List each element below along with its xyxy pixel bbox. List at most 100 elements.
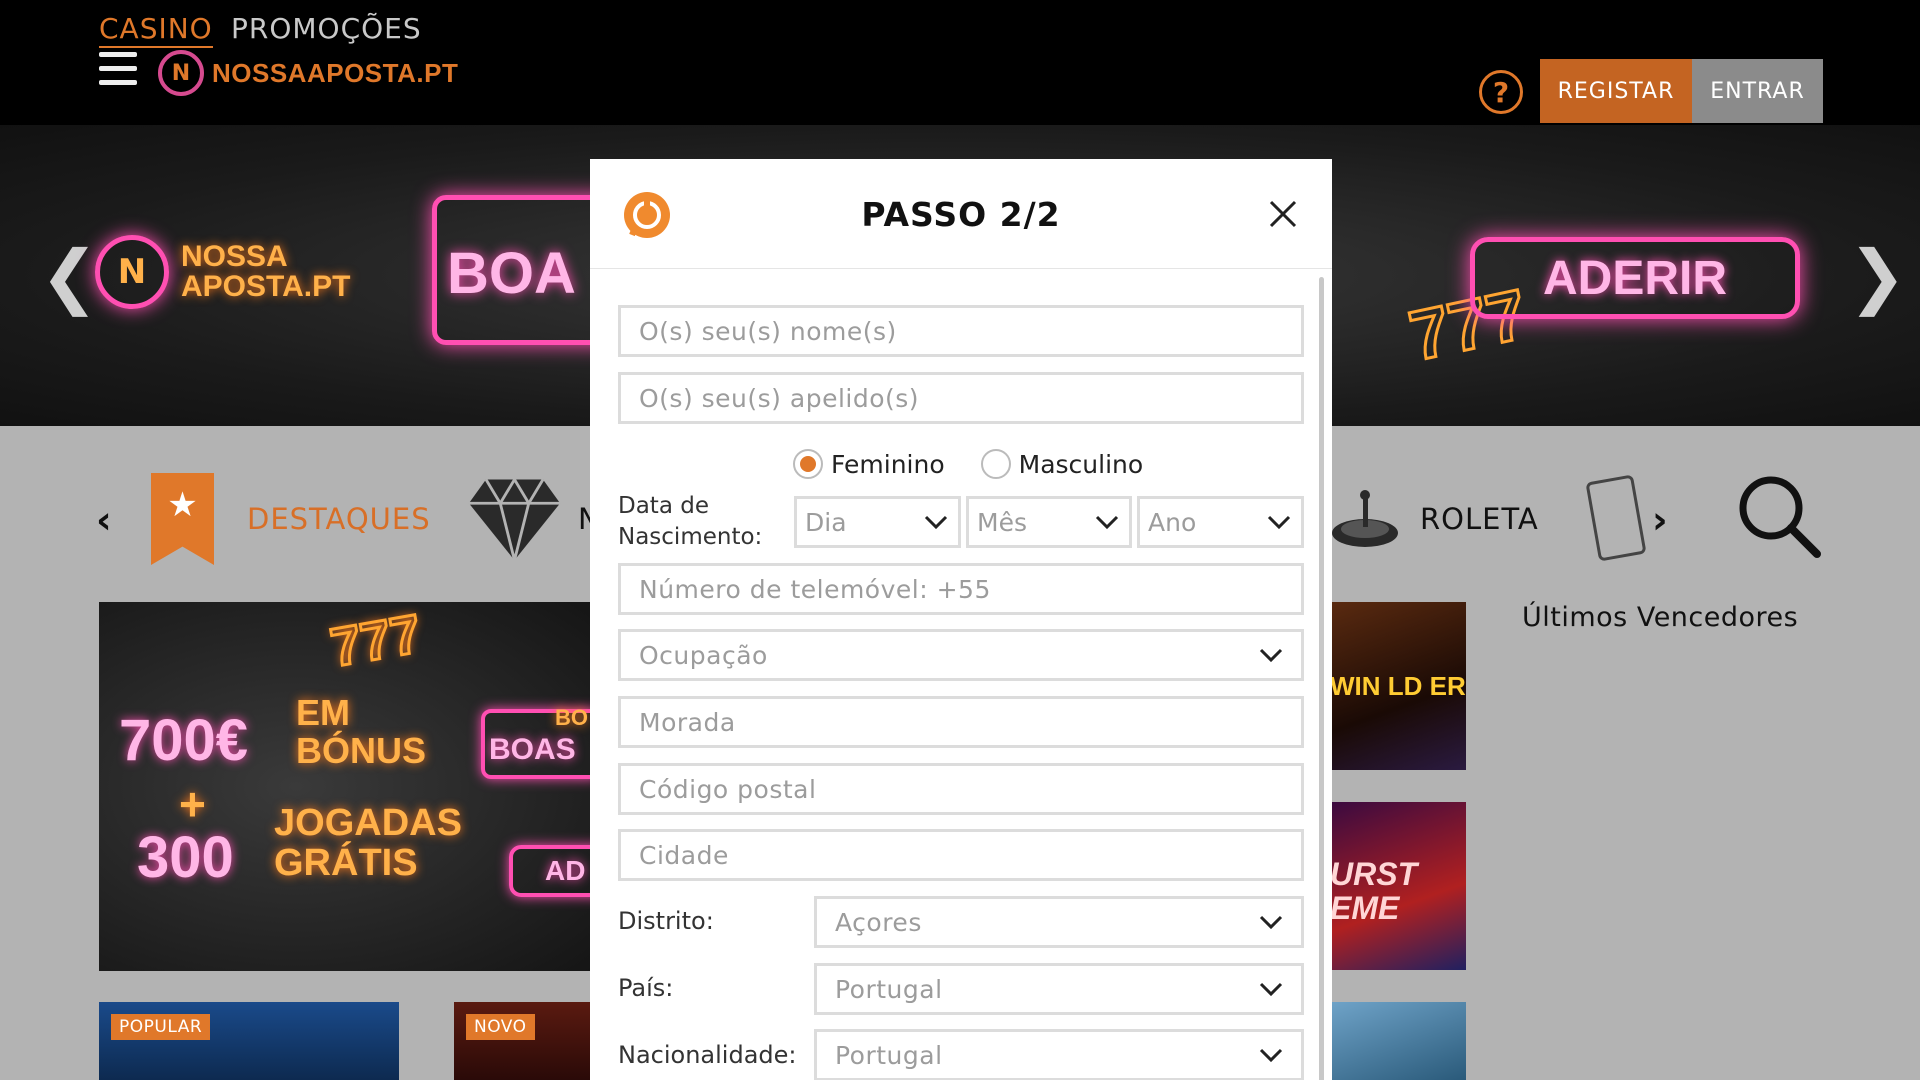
category-prev-arrow[interactable]: ‹ <box>96 498 112 542</box>
promo-bo: BO <box>555 705 588 730</box>
nav-promocoes[interactable]: PROMOÇÕES <box>231 12 422 46</box>
occupation-value: Ocupação <box>639 640 768 670</box>
modal-header: PASSO 2/2 <box>590 159 1332 269</box>
badge-popular: POPULAR <box>111 1014 211 1040</box>
banner-aderir-button[interactable]: ADERIR <box>1470 237 1800 319</box>
help-icon[interactable]: ? <box>1479 70 1523 114</box>
promo-spins: 300 <box>137 825 234 890</box>
close-icon[interactable] <box>1268 199 1298 229</box>
phone-input[interactable] <box>639 574 1301 604</box>
logo-text: NOSSAAPOSTA.PT <box>212 57 459 88</box>
game-tile-title: URST EME <box>1330 856 1418 926</box>
game-tile[interactable]: URST EME <box>1330 802 1466 970</box>
promo-jogadas: JOGADAS <box>274 802 462 844</box>
promo-aderir-sign: AD <box>509 845 591 897</box>
nationality-select[interactable]: Portugal <box>814 1029 1304 1080</box>
dob-label-line1: Data de <box>618 493 709 519</box>
banner-next-arrow[interactable]: ❯ <box>1848 235 1907 317</box>
last-name-input[interactable] <box>639 383 1301 413</box>
last-name-field[interactable] <box>618 372 1304 424</box>
site-logo[interactable]: N NOSSAAPOSTA.PT <box>158 50 458 96</box>
latest-winners-title: Últimos Vencedores <box>1522 602 1799 633</box>
dob-label: Data de Nascimento: <box>618 491 762 553</box>
cards-icon[interactable] <box>1585 474 1647 562</box>
postal-code-field[interactable] <box>618 763 1304 815</box>
dob-month-select[interactable]: Mês <box>966 496 1132 548</box>
logo-mark-icon: N <box>158 50 204 96</box>
chevron-down-icon <box>1259 982 1283 997</box>
roulette-icon[interactable] <box>1330 485 1400 555</box>
country-label: País: <box>618 974 674 1002</box>
modal-title: PASSO 2/2 <box>861 195 1061 234</box>
first-name-field[interactable] <box>618 305 1304 357</box>
login-button[interactable]: ENTRAR <box>1692 59 1823 123</box>
address-field[interactable] <box>618 696 1304 748</box>
dob-year-value: Ano <box>1148 507 1197 537</box>
nationality-value: Portugal <box>835 1040 943 1070</box>
game-tile[interactable]: POPULAR <box>99 1002 399 1080</box>
star-bookmark-icon[interactable]: ★ <box>151 473 214 565</box>
chevron-down-icon <box>1259 915 1283 930</box>
address-input[interactable] <box>639 707 1301 737</box>
promo-em: EM <box>296 692 350 733</box>
dob-day-select[interactable]: Dia <box>794 496 961 548</box>
occupation-select[interactable]: Ocupação <box>618 629 1304 681</box>
promo-ad: AD <box>545 855 586 886</box>
gender-male-radio[interactable] <box>980 449 1011 479</box>
chevron-down-icon <box>1267 515 1291 530</box>
category-next-arrow[interactable]: › <box>1652 498 1668 542</box>
district-label: Distrito: <box>618 907 714 935</box>
registration-modal: PASSO 2/2 Feminino Masculino Data de Nas… <box>590 159 1332 1080</box>
banner-logo: N NOSSA APOSTA.PT <box>95 235 350 309</box>
game-tile[interactable] <box>1330 1002 1466 1080</box>
promo-tile[interactable]: 777 700€ EM BÓNUS + 300 JOGADAS GRÁTIS B… <box>99 602 591 971</box>
chevron-down-icon <box>1259 648 1283 663</box>
promo-plus: + <box>179 778 206 830</box>
gender-female-radio[interactable] <box>793 449 823 479</box>
chevron-down-icon <box>924 515 948 530</box>
promo-gratis: GRÁTIS <box>274 842 418 884</box>
hamburger-icon[interactable] <box>99 52 137 90</box>
promo-777: 777 <box>325 602 427 680</box>
phone-field[interactable] <box>618 563 1304 615</box>
nav-casino[interactable]: CASINO <box>99 12 213 48</box>
gender-female-label[interactable]: Feminino <box>831 450 945 479</box>
banner-logo-line1: NOSSA <box>181 240 288 273</box>
district-value: Açores <box>835 907 922 937</box>
gender-radio-group: Feminino Masculino <box>793 449 1179 479</box>
diamond-icon[interactable] <box>467 470 562 565</box>
dob-month-value: Mês <box>977 507 1027 537</box>
promo-boas: BOAS <box>489 733 576 766</box>
city-input[interactable] <box>639 840 1301 870</box>
first-name-input[interactable] <box>639 316 1301 346</box>
chevron-down-icon <box>1259 1048 1283 1063</box>
dob-year-select[interactable]: Ano <box>1137 496 1304 548</box>
badge-novo: NOVO <box>466 1014 535 1040</box>
promo-bonus: BÓNUS <box>296 730 427 771</box>
nationality-label: Nacionalidade: <box>618 1041 797 1069</box>
postal-code-input[interactable] <box>639 774 1301 804</box>
game-tile[interactable]: NOVO <box>454 1002 594 1080</box>
game-tile-title: WIN LD ER <box>1330 671 1466 701</box>
city-field[interactable] <box>618 829 1304 881</box>
game-tile[interactable]: WIN LD ER <box>1330 602 1466 770</box>
category-roleta[interactable]: ROLETA <box>1420 502 1539 536</box>
banner-logo-line2: APOSTA.PT <box>181 270 351 303</box>
dob-label-line2: Nascimento: <box>618 524 763 550</box>
register-button[interactable]: REGISTAR <box>1540 59 1692 123</box>
top-bar: CASINO PROMOÇÕES N NOSSAAPOSTA.PT ? REGI… <box>0 0 1920 125</box>
banner-prev-arrow[interactable]: ❮ <box>40 235 99 317</box>
modal-scrollbar[interactable] <box>1319 277 1324 1080</box>
search-icon[interactable] <box>1733 470 1823 560</box>
banner-logo-icon: N <box>95 235 169 309</box>
promo-amount: 700€ <box>119 708 249 773</box>
banner-boa-text: BOA <box>447 241 576 306</box>
district-select[interactable]: Açores <box>814 896 1304 948</box>
dob-day-value: Dia <box>805 507 847 537</box>
gender-male-label[interactable]: Masculino <box>1019 450 1144 479</box>
country-value: Portugal <box>835 974 943 1004</box>
chevron-down-icon <box>1095 515 1119 530</box>
promo-boas-sign: BO BOAS <box>481 705 591 779</box>
country-select[interactable]: Portugal <box>814 963 1304 1015</box>
category-destaques[interactable]: DESTAQUES <box>247 502 431 536</box>
